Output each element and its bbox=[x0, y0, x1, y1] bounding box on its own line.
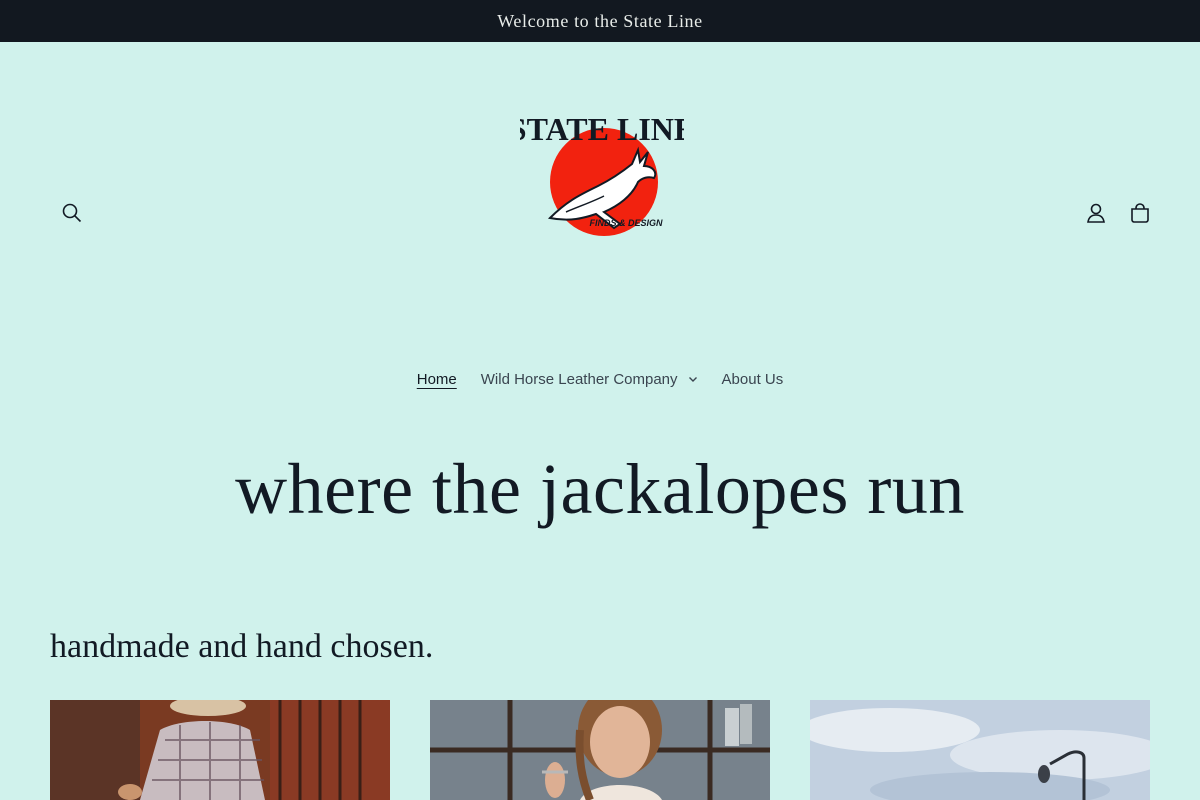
jackalope-logo: STATE LINE FINDS & DESIGN bbox=[520, 111, 684, 236]
woman-braided-hair-photo bbox=[430, 700, 770, 800]
collection-card-1[interactable] bbox=[50, 700, 390, 800]
account-button[interactable] bbox=[1074, 191, 1118, 235]
hero-title: where the jackalopes run bbox=[235, 449, 965, 529]
collection-card-2[interactable] bbox=[430, 700, 770, 800]
main-navigation: Home Wild Horse Leather Company About Us bbox=[0, 364, 1200, 394]
logo-title: STATE LINE bbox=[520, 111, 684, 147]
search-button[interactable] bbox=[50, 191, 94, 235]
cowboy-plaid-shirt-photo bbox=[50, 700, 390, 800]
nav-item-label: Home bbox=[416, 370, 457, 388]
nav-item-about-us[interactable]: About Us bbox=[722, 371, 784, 388]
announcement-bar: Welcome to the State Line bbox=[0, 0, 1200, 42]
search-icon bbox=[62, 203, 82, 223]
store-logo[interactable]: STATE LINE FINDS & DESIGN bbox=[520, 102, 684, 242]
chevron-down-icon bbox=[688, 377, 697, 382]
cart-icon bbox=[1131, 203, 1149, 223]
collection-card-3[interactable] bbox=[810, 700, 1150, 800]
nav-item-label: About Us bbox=[721, 370, 784, 388]
sky-streetlamp-photo bbox=[810, 700, 1150, 800]
nav-item-wild-horse-leather-company[interactable]: Wild Horse Leather Company bbox=[481, 371, 698, 388]
announcement-text: Welcome to the State Line bbox=[497, 10, 703, 31]
nav-item-home[interactable]: Home bbox=[417, 371, 457, 388]
account-icon bbox=[1087, 203, 1105, 223]
nav-item-label: Wild Horse Leather Company bbox=[480, 370, 678, 388]
logo-subtitle: FINDS & DESIGN bbox=[589, 218, 663, 228]
collection-heading: handmade and hand chosen. bbox=[50, 628, 434, 665]
cart-button[interactable] bbox=[1118, 191, 1162, 235]
